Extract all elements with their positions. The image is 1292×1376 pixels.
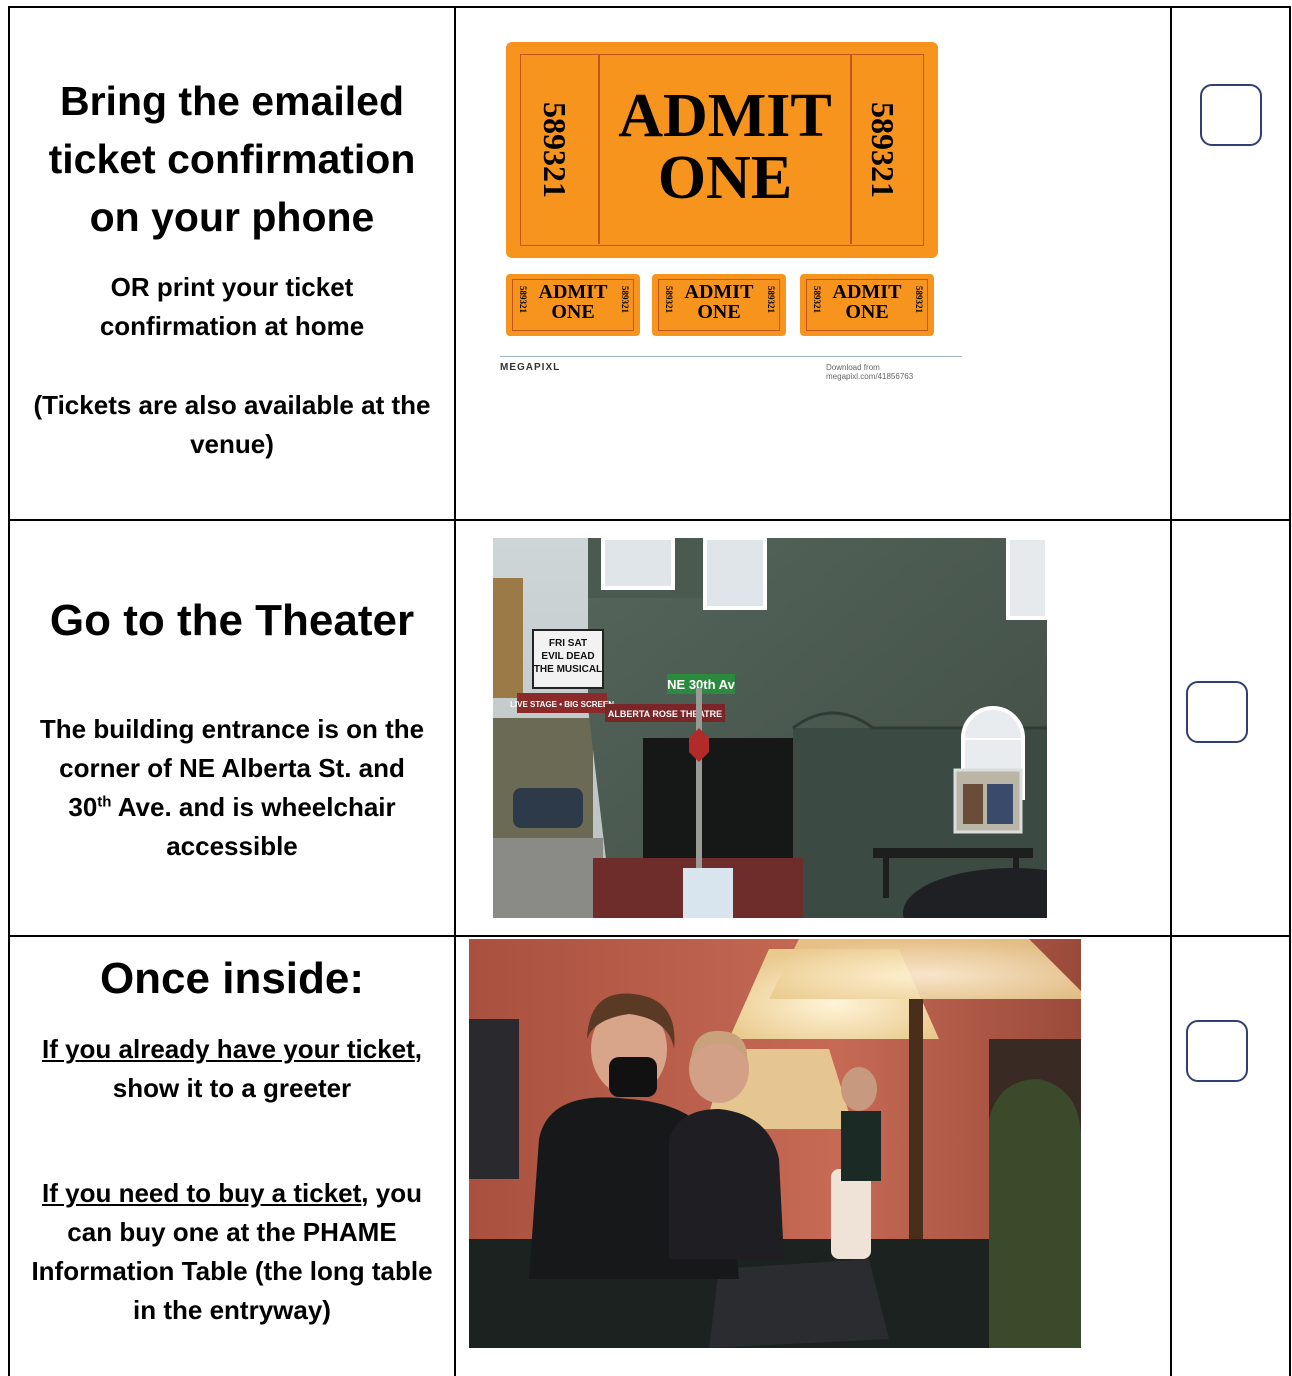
row1-line2: OR print your ticket confirmation at hom…	[99, 272, 365, 341]
download-credit: Download from megapixl.com/41856763	[826, 363, 914, 381]
theater-sign: ALBERTA ROSE THEATRE	[608, 709, 722, 719]
row3-para1: If you already have your ticket, show it…	[41, 1034, 423, 1103]
main-serial-right: 589321	[865, 102, 901, 198]
col-divider-2	[1170, 6, 1172, 1376]
small-ticket-1: 589321 589321 ADMIT ONE	[506, 274, 640, 336]
checkbox-row3[interactable]	[1186, 1020, 1248, 1082]
row3-heading: Once inside:	[99, 954, 365, 1003]
main-ticket: 589321 589321 ADMIT ONE	[506, 42, 938, 258]
small-ticket-3: 589321 589321 ADMIT ONE	[800, 274, 934, 336]
megapixl-logo: MEGAPIXL	[500, 362, 561, 373]
row1-text: Bring the emailed ticket confirmation on…	[20, 72, 444, 464]
checkbox-row1[interactable]	[1200, 84, 1262, 146]
row-divider-1	[8, 519, 1291, 521]
row2-heading: Go to the Theater	[49, 596, 415, 645]
marquee-line-3: THE MUSICAL	[534, 664, 602, 675]
marquee-line-1: FRI SAT	[549, 638, 587, 649]
row1-heading: Bring the emailed ticket confirmation on…	[48, 78, 416, 240]
row3-text: Once inside: If you already have your ti…	[20, 950, 444, 1330]
row1-line3: (Tickets are also available at the venue…	[33, 390, 431, 459]
main-admit: ADMIT	[618, 82, 832, 150]
row-divider-2	[8, 935, 1291, 937]
greeter-photo-svg	[469, 939, 1081, 1348]
row3-para2: If you need to buy a ticket, you can buy…	[31, 1178, 433, 1325]
row2-body: The building entrance is on the corner o…	[39, 714, 425, 861]
main-one: ONE	[657, 144, 793, 212]
theater-photo-svg: FRI SAT EVIL DEAD THE MUSICAL LIVE STAGE…	[493, 538, 1047, 918]
col-divider-1	[454, 6, 456, 1376]
col-divider-right	[1289, 6, 1291, 1376]
main-serial-left: 589321	[537, 102, 573, 198]
ticket-image: 589321 589321 ADMIT ONE 589321 589321 AD…	[500, 18, 964, 381]
row2-text: Go to the Theater The building entrance …	[20, 592, 444, 866]
theater-photo: FRI SAT EVIL DEAD THE MUSICAL LIVE STAGE…	[493, 538, 1047, 918]
stage-sign: LIVE STAGE • BIG SCREEN	[510, 700, 614, 709]
greeter-photo	[469, 939, 1081, 1348]
marquee-line-2: EVIL DEAD	[541, 651, 594, 662]
small-ticket-2: 589321 589321 ADMIT ONE	[652, 274, 786, 336]
image-divider	[500, 356, 962, 357]
checkbox-row2[interactable]	[1186, 681, 1248, 743]
